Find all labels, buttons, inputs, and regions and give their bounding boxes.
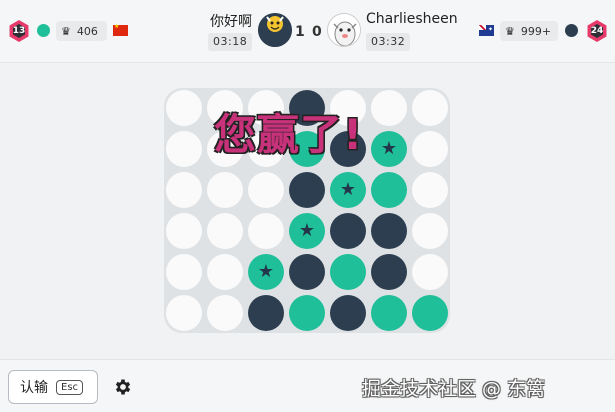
board-cell-dark[interactable] bbox=[330, 295, 366, 331]
resign-label: 认输 bbox=[20, 380, 48, 396]
star-icon: ★ bbox=[298, 220, 316, 241]
right-player-timer: 03:32 bbox=[366, 33, 411, 51]
board-cell-empty[interactable] bbox=[207, 254, 243, 290]
right-rating-badge: ♛ 999+ bbox=[500, 21, 558, 41]
star-icon: ★ bbox=[339, 179, 357, 200]
board-cell-dark[interactable] bbox=[371, 254, 407, 290]
board-cell-empty[interactable] bbox=[207, 213, 243, 249]
board-cell-empty[interactable] bbox=[207, 295, 243, 331]
watermark-text: 掘金技术社区 @ 东篱 bbox=[362, 378, 546, 400]
left-player-name: 你好啊 bbox=[210, 14, 252, 30]
right-level-badge: 24 bbox=[587, 20, 607, 42]
board-cell-empty[interactable] bbox=[248, 172, 284, 208]
right-player-color-dot bbox=[565, 24, 578, 37]
australia-flag-icon bbox=[479, 25, 494, 36]
board-cell-dark[interactable] bbox=[371, 213, 407, 249]
board-cell-empty[interactable] bbox=[166, 131, 202, 167]
win-message: 您赢了! bbox=[214, 110, 364, 159]
board-cell-teal[interactable] bbox=[371, 172, 407, 208]
board-cell-empty[interactable] bbox=[166, 172, 202, 208]
china-flag-icon bbox=[113, 23, 128, 36]
board-cell-dark[interactable] bbox=[330, 213, 366, 249]
board-cell-empty[interactable] bbox=[412, 90, 448, 126]
board-cell-teal-winning[interactable]: ★ bbox=[371, 131, 407, 167]
board-cell-empty[interactable] bbox=[412, 172, 448, 208]
right-player-name: Charliesheen bbox=[366, 11, 458, 27]
board-cell-teal[interactable] bbox=[289, 295, 325, 331]
game-footer: 认输 Esc 掘金技术社区 @ 东篱 bbox=[0, 359, 615, 412]
board-cell-teal[interactable] bbox=[371, 295, 407, 331]
left-rating-badge: ♛ 406 bbox=[56, 21, 107, 41]
star-icon: ★ bbox=[380, 138, 398, 159]
left-player-avatar[interactable] bbox=[258, 13, 292, 47]
left-score: 1 bbox=[295, 24, 305, 40]
board-cell-teal-winning[interactable]: ★ bbox=[330, 172, 366, 208]
board-cell-empty[interactable] bbox=[412, 254, 448, 290]
board-cell-teal-winning[interactable]: ★ bbox=[248, 254, 284, 290]
board-cell-dark[interactable] bbox=[289, 172, 325, 208]
right-level-number: 24 bbox=[590, 24, 604, 38]
board-cell-empty[interactable] bbox=[207, 172, 243, 208]
board-cell-teal-winning[interactable]: ★ bbox=[289, 213, 325, 249]
esc-shortcut-key: Esc bbox=[56, 379, 84, 395]
board-cell-empty[interactable] bbox=[412, 213, 448, 249]
crown-icon: ♛ bbox=[505, 24, 515, 38]
board-cell-empty[interactable] bbox=[371, 90, 407, 126]
left-player-timer: 03:18 bbox=[208, 33, 253, 51]
star-icon: ★ bbox=[257, 261, 275, 282]
left-level-badge: 13 bbox=[9, 20, 29, 42]
left-rating-value: 406 bbox=[76, 24, 98, 38]
board-cell-empty[interactable] bbox=[166, 90, 202, 126]
board-cell-empty[interactable] bbox=[166, 254, 202, 290]
crown-icon: ♛ bbox=[61, 24, 71, 38]
board-cell-empty[interactable] bbox=[166, 295, 202, 331]
resign-button[interactable]: 认输 Esc bbox=[8, 370, 98, 404]
board-cell-empty[interactable] bbox=[412, 131, 448, 167]
board-cell-dark[interactable] bbox=[289, 254, 325, 290]
right-score: 0 bbox=[312, 24, 322, 40]
right-rating-value: 999+ bbox=[520, 24, 552, 38]
board-cell-dark[interactable] bbox=[248, 295, 284, 331]
left-level-number: 13 bbox=[12, 24, 26, 38]
right-player-avatar[interactable] bbox=[327, 13, 361, 47]
board-cell-teal[interactable] bbox=[412, 295, 448, 331]
board-cell-teal[interactable] bbox=[330, 254, 366, 290]
left-player-color-dot bbox=[37, 24, 50, 37]
game-header: 13 ♛ 406 你好啊 03:18 1 0 Charliesheen 03:3… bbox=[0, 0, 615, 63]
board-cell-empty[interactable] bbox=[166, 213, 202, 249]
board-cell-empty[interactable] bbox=[248, 213, 284, 249]
gear-icon[interactable] bbox=[113, 377, 133, 397]
